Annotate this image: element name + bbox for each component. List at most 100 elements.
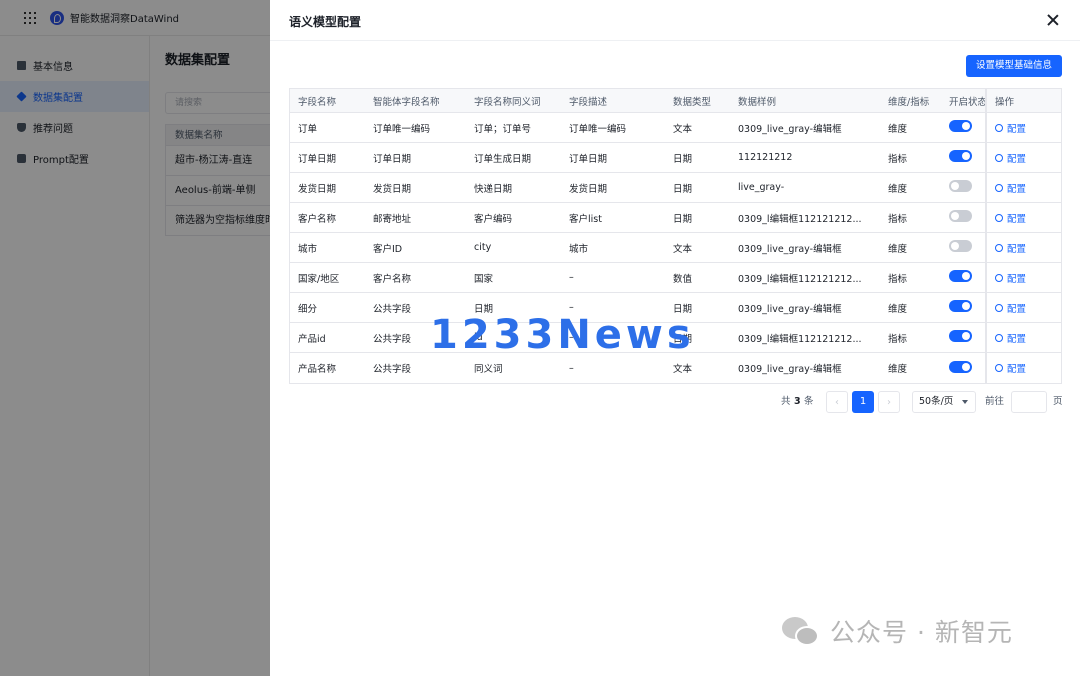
config-link[interactable]: 配置 (995, 271, 1026, 285)
config-link[interactable]: 配置 (995, 181, 1026, 195)
table-cell-desc: – (569, 362, 574, 374)
table-row: 订单 订单唯一编码 订单；订单号 订单唯一编码 文本 0309_live_gray-编辑框… (290, 113, 1061, 143)
gear-icon (995, 364, 1003, 372)
column-header: 开启状态 (949, 96, 985, 108)
table-cell-desc: – (569, 272, 574, 283)
prev-page-button[interactable]: ‹ (826, 391, 848, 413)
table-cell-type: 日期 (673, 153, 693, 165)
table-cell-action: 配置 (985, 233, 1063, 262)
table-cell-dim: 维度 (888, 303, 908, 315)
table-cell-syn: city (474, 242, 492, 253)
table-cell-sample: 0309_l编辑框112121212... (738, 333, 862, 345)
news-watermark: 1233News (430, 312, 695, 358)
table-cell-agent: 客户名称 (373, 273, 412, 285)
table-cell-name: 产品名称 (298, 364, 337, 375)
goto-page-input[interactable] (1011, 391, 1047, 413)
config-link[interactable]: 配置 (995, 331, 1026, 345)
wechat-watermark: 公众号 · 新智元 (782, 613, 1013, 649)
table-cell-status (941, 240, 985, 255)
config-link-label: 配置 (1007, 364, 1027, 375)
gear-icon (995, 183, 1003, 192)
config-link[interactable]: 配置 (995, 211, 1026, 225)
table-cell-status (941, 270, 985, 285)
table-cell-agent: 邮寄地址 (373, 213, 412, 225)
table-cell-type: 文本 (673, 243, 693, 255)
table-cell-syn: 国家 (474, 273, 494, 285)
gear-icon (995, 273, 1003, 282)
config-link[interactable]: 配置 (995, 361, 1026, 375)
table-cell-syn: 订单生成日期 (474, 153, 532, 165)
table-cell-desc: 订单唯一编码 (569, 123, 627, 135)
table-cell-name: 细分 (298, 303, 318, 315)
total-prefix: 共 (781, 396, 791, 407)
table-cell-status (941, 180, 985, 195)
table-cell-action: 配置 (985, 113, 1063, 142)
config-link-label: 配置 (1007, 123, 1027, 135)
status-toggle[interactable] (949, 300, 972, 312)
set-model-basic-info-button[interactable]: 设置模型基础信息 (966, 55, 1062, 77)
table-header-row: 字段名称 智能体字段名称 字段名称同义词 字段描述 数据类型 数据样例 维度/指… (290, 89, 1061, 113)
table-cell-sample: 0309_live_gray-编辑框 (738, 243, 842, 255)
status-toggle[interactable] (949, 150, 972, 162)
table-cell-action: 配置 (985, 203, 1063, 232)
page-size-select[interactable]: 50条/页 (912, 391, 976, 413)
table-cell-type: 数值 (673, 273, 693, 285)
column-header: 智能体字段名称 (373, 96, 440, 108)
table-cell-desc: 城市 (569, 243, 589, 255)
gear-icon (995, 333, 1003, 342)
table-cell-status (941, 210, 985, 225)
table-row: 发货日期 发货日期 快递日期 发货日期 日期 live_gray- 维度 配置 (290, 173, 1061, 203)
status-toggle[interactable] (949, 330, 972, 342)
table-cell-name: 国家/地区 (298, 273, 340, 285)
table-cell-status (941, 150, 985, 165)
caret-down-icon (962, 400, 968, 404)
table-cell-status (941, 120, 985, 135)
table-cell-desc: 订单日期 (569, 153, 608, 165)
table-cell-action: 配置 (985, 353, 1063, 383)
table-cell-dim: 维度 (888, 183, 908, 195)
table-cell-type: 文本 (673, 123, 693, 135)
column-header: 数据类型 (673, 96, 712, 108)
drawer-title: 语义模型配置 (289, 15, 362, 29)
wechat-icon (782, 615, 822, 647)
table-cell-sample: 0309_live_gray-编辑框 (738, 364, 842, 375)
next-page-button[interactable]: › (878, 391, 900, 413)
status-toggle[interactable] (949, 360, 972, 373)
table-cell-type: 文本 (673, 364, 693, 375)
table-cell-dim: 维度 (888, 243, 908, 255)
table-cell-action: 配置 (985, 173, 1063, 202)
table-cell-agent: 订单唯一编码 (373, 123, 431, 135)
table-cell-syn: 快递日期 (474, 183, 513, 195)
status-toggle[interactable] (949, 120, 972, 132)
config-link[interactable]: 配置 (995, 301, 1026, 315)
gear-icon (995, 303, 1003, 312)
config-link[interactable]: 配置 (995, 241, 1026, 255)
table-cell-action: 配置 (985, 323, 1063, 352)
page-size-value: 50条/页 (919, 396, 954, 407)
page-number-button[interactable]: 1 (852, 391, 874, 413)
status-toggle[interactable] (949, 270, 972, 282)
total-suffix: 条 (804, 396, 814, 407)
table-cell-sample: 0309_l编辑框112121212... (738, 273, 862, 285)
config-link-label: 配置 (1007, 213, 1027, 225)
drawer-header: 语义模型配置 (270, 0, 1080, 41)
status-toggle[interactable] (949, 240, 972, 252)
table-cell-syn: 同义词 (474, 364, 503, 375)
table-cell-action: 配置 (985, 293, 1063, 322)
column-header: 数据样例 (738, 96, 777, 108)
status-toggle[interactable] (949, 180, 972, 192)
config-link[interactable]: 配置 (995, 151, 1026, 165)
table-cell-dim: 指标 (888, 273, 908, 285)
close-icon[interactable] (1046, 13, 1060, 27)
column-header: 维度/指标 (888, 96, 930, 108)
table-cell-status (941, 330, 985, 345)
table-cell-desc: 发货日期 (569, 183, 608, 195)
table-cell-name: 订单日期 (298, 153, 337, 165)
table-cell-sample: 0309_live_gray-编辑框 (738, 123, 842, 135)
column-header: 字段名称同义词 (474, 96, 541, 108)
table-cell-dim: 维度 (888, 364, 908, 375)
table-cell-name: 订单 (298, 123, 318, 135)
config-link[interactable]: 配置 (995, 121, 1026, 135)
status-toggle[interactable] (949, 210, 972, 222)
pagination: 共 3 条 ‹ 1 › 50条/页 前往 页 (289, 391, 1063, 413)
